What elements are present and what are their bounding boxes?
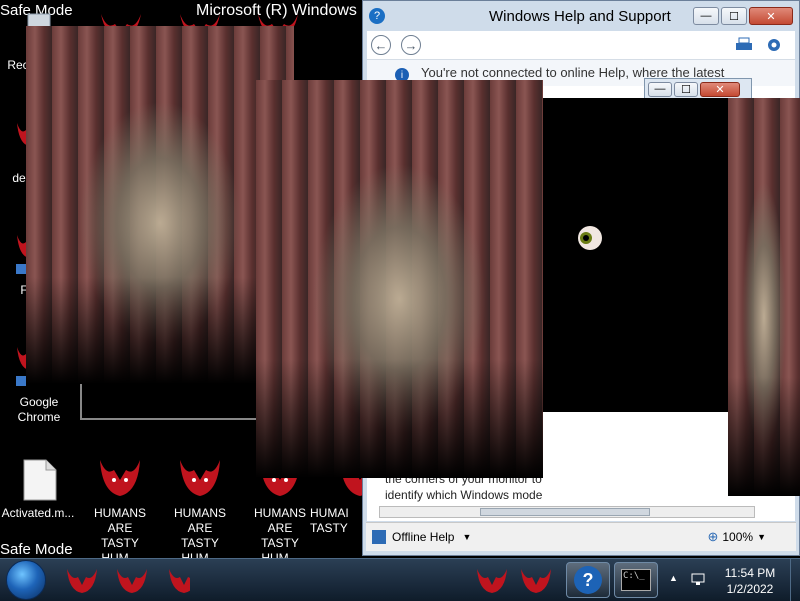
dialog-titlebar[interactable]: — ☐ ✕ <box>644 78 752 100</box>
demon-icon[interactable] <box>474 567 510 593</box>
demon-icon[interactable] <box>114 567 150 593</box>
taskbar: ? C:\_ ▲ 11:54 PM 1/2/2022 <box>0 558 800 601</box>
safe-mode-label-bottom: Safe Mode <box>0 541 73 558</box>
zoom-icon[interactable]: ⊕ <box>707 529 718 545</box>
zoom-level[interactable]: 100% <box>722 530 753 544</box>
scrollbar-thumb[interactable] <box>480 508 650 516</box>
doll-image-window-3 <box>728 98 800 496</box>
desktop-icon-activated[interactable]: Activated.m... <box>0 506 76 521</box>
show-hidden-icons-button[interactable]: ▲ <box>669 573 678 583</box>
clock[interactable]: 11:54 PM 1/2/2022 <box>718 565 782 597</box>
help-status-bar: Offline Help ▼ ⊕ 100% ▼ <box>366 522 796 551</box>
maximize-button[interactable]: ☐ <box>674 81 698 97</box>
clock-date: 1/2/2022 <box>726 582 774 596</box>
shortcut-arrow-icon <box>16 376 26 386</box>
desktop-icon-humans-2[interactable]: HUMANS ARE TASTY HUM... <box>162 506 238 566</box>
window-frame-edge <box>80 384 262 420</box>
eyeball-window <box>543 98 729 412</box>
network-icon[interactable] <box>690 571 706 587</box>
desktop-icon-humans-4[interactable]: HUMAI TASTY <box>310 506 362 536</box>
horizontal-scrollbar[interactable] <box>379 506 755 518</box>
chevron-down-icon[interactable]: ▼ <box>757 532 766 542</box>
shortcut-arrow-icon <box>16 264 26 274</box>
demon-icon[interactable] <box>518 567 554 593</box>
desktop-icon-google-chrome[interactable]: Google Chrome <box>1 395 77 425</box>
back-button[interactable]: ← <box>371 35 391 55</box>
eyeball-icon <box>578 226 602 250</box>
close-button[interactable]: ✕ <box>700 81 740 97</box>
forward-button[interactable]: → <box>401 35 421 55</box>
minimize-button[interactable]: — <box>648 81 672 97</box>
desktop-icon-humans-1[interactable]: HUMANS ARE TASTY HUM... <box>82 506 158 566</box>
file-icon[interactable] <box>22 458 58 502</box>
taskbar-help-button[interactable]: ? <box>566 562 610 598</box>
offline-help-icon <box>372 530 386 544</box>
demon-icon[interactable] <box>96 458 144 498</box>
clock-time: 11:54 PM <box>724 566 776 580</box>
close-button[interactable]: ✕ <box>749 7 793 25</box>
window-content-area <box>543 412 729 496</box>
command-prompt-icon: C:\_ <box>621 569 651 591</box>
help-window-title: Windows Help and Support <box>489 7 671 25</box>
doll-image-window-1 <box>26 26 294 384</box>
chevron-down-icon[interactable]: ▼ <box>462 532 471 542</box>
doll-image-window-2 <box>256 80 543 478</box>
help-icon: ? <box>574 566 602 594</box>
gear-icon[interactable] <box>765 36 783 54</box>
maximize-button[interactable]: ☐ <box>721 7 747 25</box>
demon-icon[interactable] <box>64 567 100 593</box>
print-icon[interactable] <box>735 37 753 53</box>
demon-icon[interactable] <box>166 567 190 593</box>
start-button[interactable] <box>6 560 46 600</box>
help-titlebar[interactable]: ? Windows Help and Support — ☐ ✕ <box>363 1 799 31</box>
desktop-icon-humans-3[interactable]: HUMANS ARE TASTY HUM... <box>242 506 318 566</box>
minimize-button[interactable]: — <box>693 7 719 25</box>
offline-help-label[interactable]: Offline Help <box>392 530 454 544</box>
help-icon: ? <box>369 8 385 24</box>
show-desktop-button[interactable] <box>790 559 800 601</box>
demon-icon[interactable] <box>176 458 224 498</box>
help-body-line: identify which Windows mode <box>385 488 543 502</box>
taskbar-cmd-button[interactable]: C:\_ <box>614 562 658 598</box>
